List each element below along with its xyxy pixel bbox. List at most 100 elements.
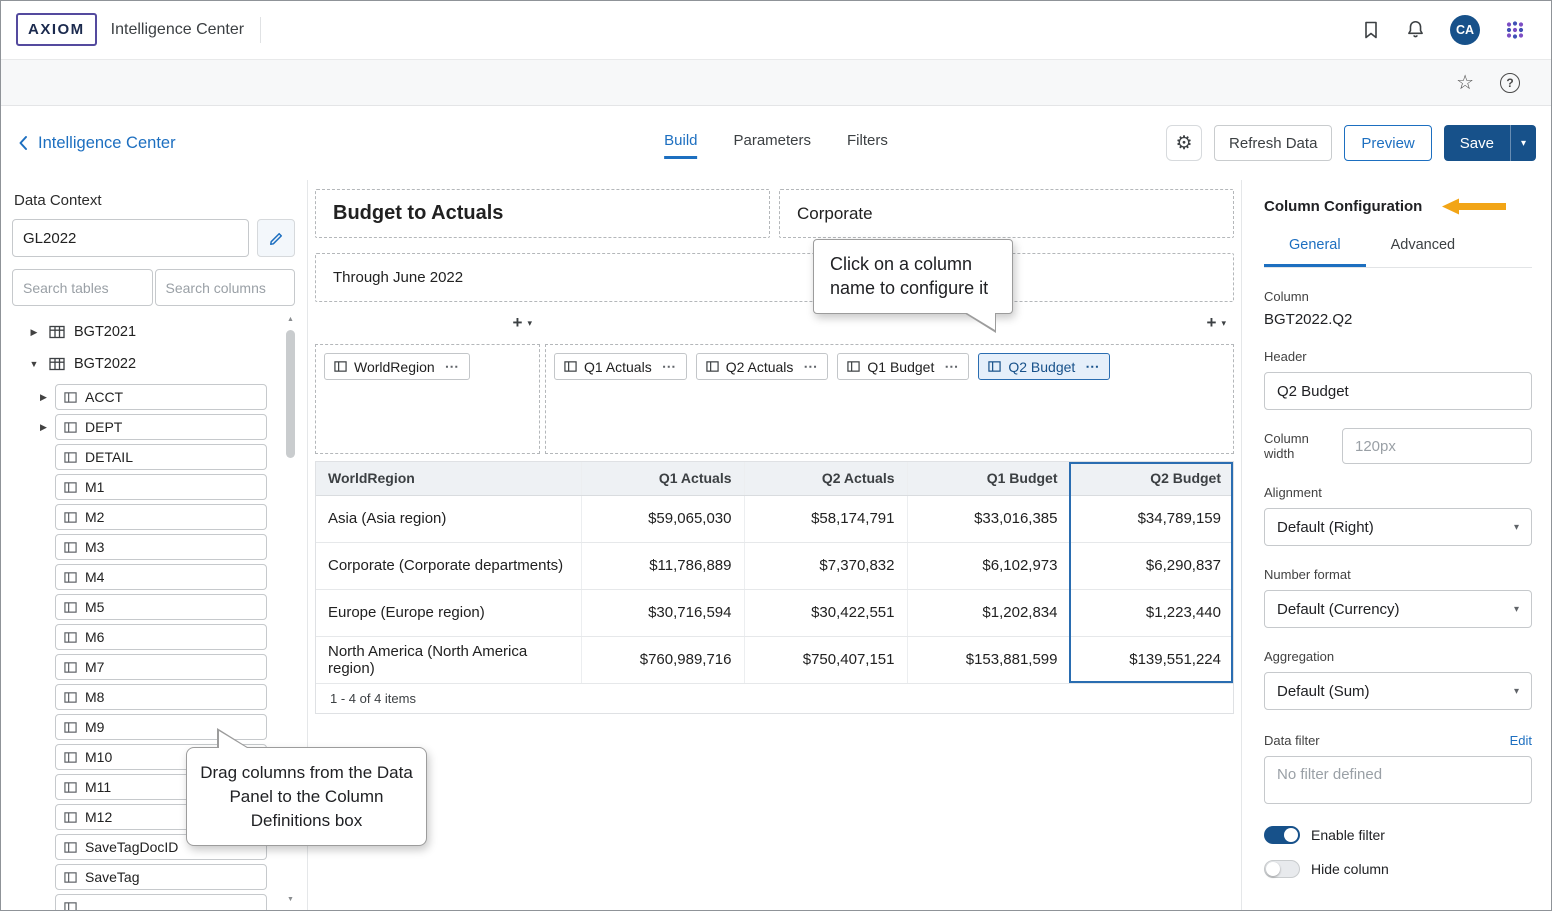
list-item: ▶DEPT (40, 414, 267, 440)
tab-parameters[interactable]: Parameters (733, 128, 811, 159)
column-item-savetag[interactable]: SaveTag (55, 864, 267, 890)
column-item-m2[interactable]: M2 (55, 504, 267, 530)
enable-filter-toggle[interactable] (1264, 826, 1300, 844)
header-q2-budget[interactable]: Q2 Budget (1070, 462, 1233, 495)
save-dropdown-caret-icon[interactable]: ▾ (1511, 138, 1536, 149)
tab-general[interactable]: General (1264, 228, 1366, 267)
bookmark-icon[interactable] (1361, 20, 1381, 40)
chip-menu-icon[interactable]: ⋯ (662, 358, 677, 375)
expand-arrow-icon[interactable]: ▶ (28, 327, 40, 338)
chip-menu-icon[interactable]: ⋯ (445, 358, 460, 375)
column-item-m4[interactable]: M4 (55, 564, 267, 590)
expand-arrow-icon[interactable]: ▶ (40, 392, 55, 403)
chip-menu-icon[interactable]: ⋯ (803, 358, 818, 375)
column-width-input[interactable] (1342, 428, 1532, 464)
column-icon (64, 541, 77, 554)
plus-icon: + (513, 313, 523, 333)
expand-arrow-icon[interactable]: ▶ (40, 422, 55, 433)
tab-build[interactable]: Build (664, 128, 697, 159)
hide-column-toggle[interactable] (1264, 860, 1300, 878)
chip-label: Q2 Actuals (726, 359, 794, 375)
header-worldregion[interactable]: WorldRegion (316, 462, 581, 495)
scroll-up-icon[interactable]: ▲ (284, 316, 297, 323)
column-icon (64, 601, 77, 614)
column-item-m8[interactable]: M8 (55, 684, 267, 710)
chip-q2-budget[interactable]: Q2 Budget ⋯ (978, 353, 1110, 380)
apps-grid-icon[interactable] (1504, 19, 1526, 41)
list-item: M4 (40, 564, 267, 590)
chip-q2-actuals[interactable]: Q2 Actuals ⋯ (696, 353, 829, 380)
cell-value: $58,174,791 (744, 495, 907, 542)
header-q2-actuals[interactable]: Q2 Actuals (744, 462, 907, 495)
data-filter-box[interactable]: No filter defined (1264, 756, 1532, 804)
chip-worldregion[interactable]: WorldRegion ⋯ (324, 353, 470, 380)
tab-filters[interactable]: Filters (847, 128, 888, 159)
column-item-label: SaveTag (85, 869, 139, 885)
search-tables-input[interactable] (12, 269, 153, 306)
alignment-select[interactable]: Default (Right) ▾ (1264, 508, 1532, 546)
chip-q1-budget[interactable]: Q1 Budget ⋯ (837, 353, 969, 380)
edit-context-button[interactable] (257, 219, 295, 257)
chip-q1-actuals[interactable]: Q1 Actuals ⋯ (554, 353, 687, 380)
tree-table-bgt2022[interactable]: ▼ BGT2022 (0, 348, 307, 380)
column-item-label: M5 (85, 599, 104, 615)
header-q1-actuals[interactable]: Q1 Actuals (581, 462, 744, 495)
header-input[interactable] (1264, 372, 1532, 410)
column-definitions-box[interactable]: Q1 Actuals ⋯ Q2 Actuals ⋯ Q1 Budget ⋯ Q2… (545, 344, 1234, 454)
plus-icon: + (1207, 313, 1217, 333)
row-definitions-box[interactable]: WorldRegion ⋯ (315, 344, 540, 454)
edit-filter-link[interactable]: Edit (1510, 733, 1532, 748)
user-avatar[interactable]: CA (1450, 15, 1480, 45)
chip-menu-icon[interactable]: ⋯ (1085, 358, 1100, 375)
aggregation-select[interactable]: Default (Sum) ▾ (1264, 672, 1532, 710)
column-item-m1[interactable]: M1 (55, 474, 267, 500)
add-row-column-button[interactable]: + ▾ (513, 313, 532, 333)
column-item-acct[interactable]: ACCT (55, 384, 267, 410)
column-item-label: SaveTagDocID (85, 839, 178, 855)
column-field-value: BGT2022.Q2 (1264, 311, 1532, 328)
report-subtitle-dropzone[interactable]: Through June 2022 (315, 253, 1234, 302)
list-item: SaveTag (40, 864, 267, 890)
column-item-m6[interactable]: M6 (55, 624, 267, 650)
help-icon[interactable]: ? (1500, 73, 1520, 93)
back-link-label: Intelligence Center (38, 134, 176, 153)
chevron-down-icon: ▾ (1514, 604, 1519, 615)
search-columns-input[interactable] (155, 269, 296, 306)
number-format-select[interactable]: Default (Currency) ▾ (1264, 590, 1532, 628)
data-context-input[interactable] (12, 219, 249, 257)
chevron-down-icon: ▾ (1514, 522, 1519, 533)
report-header-right-dropzone[interactable]: Corporate (779, 189, 1234, 238)
settings-gear-icon[interactable]: ⚙ (1166, 125, 1202, 161)
column-icon (564, 360, 577, 373)
chip-menu-icon[interactable]: ⋯ (944, 358, 959, 375)
column-item-m3[interactable]: M3 (55, 534, 267, 560)
column-icon (64, 811, 77, 824)
tab-advanced[interactable]: Advanced (1366, 228, 1481, 267)
pencil-icon (268, 230, 285, 247)
scroll-down-icon[interactable]: ▼ (284, 896, 297, 903)
alignment-label: Alignment (1264, 485, 1532, 500)
chip-label: Q1 Actuals (584, 359, 652, 375)
notifications-bell-icon[interactable] (1405, 19, 1426, 40)
scrollbar-thumb[interactable] (286, 330, 295, 458)
report-title-dropzone[interactable]: Budget to Actuals (315, 189, 770, 238)
collapse-arrow-icon[interactable]: ▼ (28, 359, 40, 369)
caret-down-icon: ▾ (1221, 318, 1226, 329)
header-q1-budget[interactable]: Q1 Budget (907, 462, 1070, 495)
column-item-clipped[interactable] (55, 894, 267, 911)
column-item-label: M6 (85, 629, 104, 645)
column-item-m7[interactable]: M7 (55, 654, 267, 680)
save-button[interactable]: Save ▾ (1444, 125, 1536, 161)
cell-value: $153,881,599 (907, 636, 1070, 683)
preview-button[interactable]: Preview (1344, 125, 1431, 161)
favorite-star-icon[interactable]: ☆ (1456, 73, 1474, 93)
report-canvas: Budget to Actuals Corporate Through June… (308, 180, 1241, 911)
tree-table-bgt2021[interactable]: ▶ BGT2021 (0, 316, 307, 348)
column-item-m5[interactable]: M5 (55, 594, 267, 620)
add-column-button[interactable]: + ▾ (1207, 313, 1226, 333)
column-item-dept[interactable]: DEPT (55, 414, 267, 440)
back-link[interactable]: Intelligence Center (16, 134, 176, 153)
refresh-data-button[interactable]: Refresh Data (1214, 125, 1332, 161)
column-item-detail[interactable]: DETAIL (55, 444, 267, 470)
column-icon (64, 661, 77, 674)
